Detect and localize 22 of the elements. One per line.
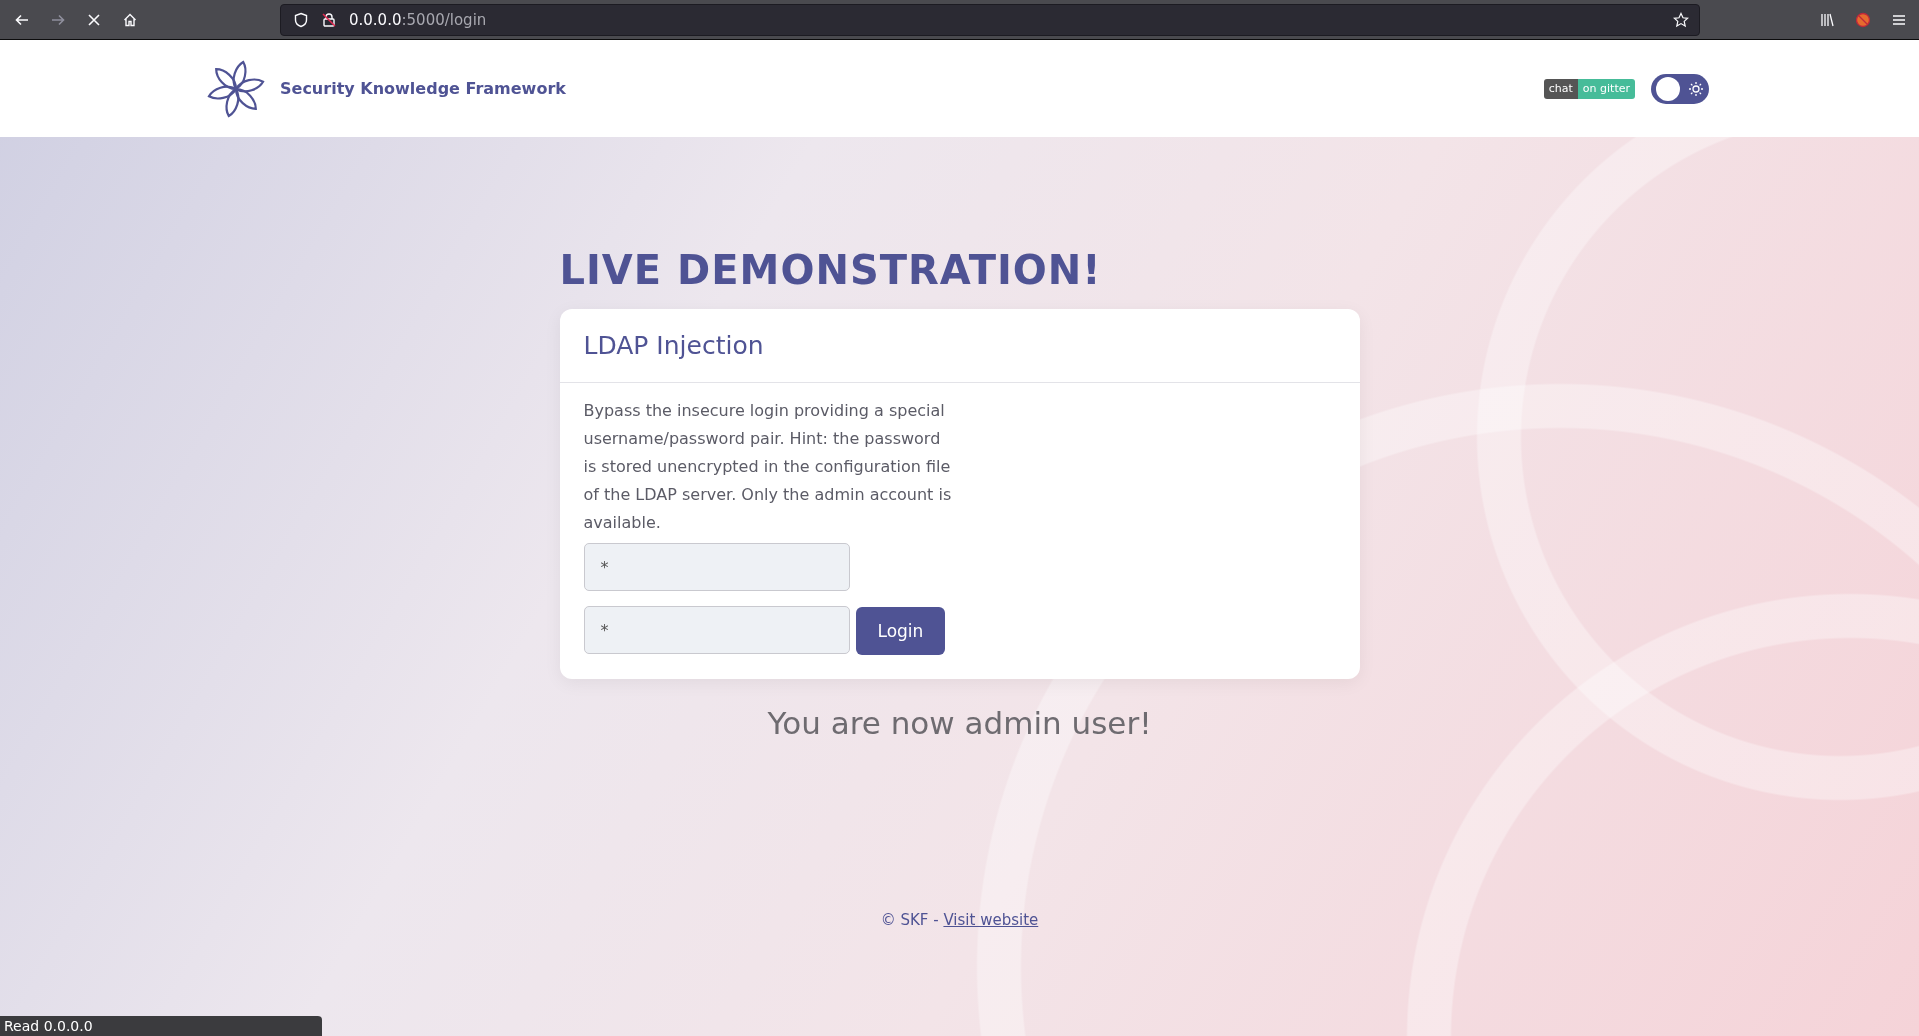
shield-icon xyxy=(293,11,309,28)
card-title: LDAP Injection xyxy=(583,331,765,360)
brand-name[interactable]: Security Knowledge Framework xyxy=(280,79,566,98)
address-bar[interactable]: 0.0.0.0:5000/login xyxy=(280,3,1700,36)
input-field[interactable]: * xyxy=(583,606,850,654)
theme-toggle[interactable] xyxy=(1651,73,1709,104)
login-button[interactable]: Login xyxy=(855,607,946,655)
stop-icon[interactable] xyxy=(86,11,102,28)
star-icon[interactable] xyxy=(1673,11,1689,28)
sun-icon xyxy=(1688,80,1704,97)
home-icon[interactable] xyxy=(122,11,138,28)
library-icon[interactable] xyxy=(1819,11,1835,28)
url-text: 0.0.0.0:5000/login xyxy=(349,10,488,29)
page-heading: LIVE DEMONSTRATION! xyxy=(559,247,1103,293)
result-message: You are now admin user! xyxy=(766,705,1153,741)
extension-icon[interactable] xyxy=(1855,11,1871,28)
website-link[interactable]: Visit website xyxy=(943,911,1039,929)
copyright-text: © SKF - xyxy=(880,911,940,929)
status-text: Read 0.0.0.0 xyxy=(0,1016,322,1036)
insecure-lock-icon xyxy=(321,11,337,28)
input-field[interactable]: * xyxy=(583,543,850,591)
challenge-description: Bypass the insecure login providing a special username/password pair. Hint: the password is stored unencrypted in the configuration file of the LDAP server. Only the admin account is available. xyxy=(583,400,953,534)
